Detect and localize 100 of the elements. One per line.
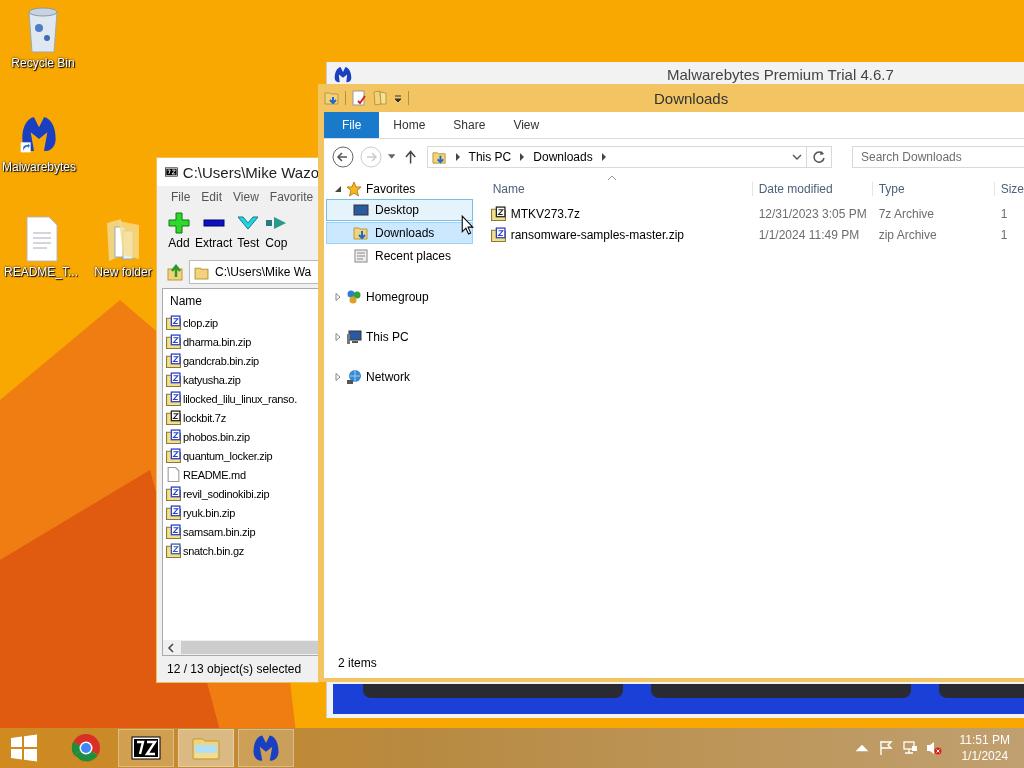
star-icon [346,181,362,197]
archive-icon [166,315,181,330]
column-header[interactable]: Name [486,182,752,196]
downloads-folder-icon [431,149,447,165]
document-icon [166,467,181,482]
type-cell-text: 7z Archive [877,206,935,221]
address-bar[interactable]: This PC Downloads [426,146,807,168]
file-name[interactable]: katyusha.zip [183,373,241,386]
back-button[interactable] [332,146,354,168]
file-name[interactable]: phobos.bin.zip [183,430,250,443]
ribbon-tab[interactable]: View [499,112,554,138]
window-title: Downloads [654,89,729,107]
file-name[interactable]: lilocked_lilu_linux_ranso. [183,392,297,405]
up-folder-icon[interactable] [167,263,185,281]
expand-arrow-icon[interactable] [334,185,342,193]
breadcrumb-arrow-icon[interactable] [600,153,607,161]
breadcrumb-arrow-icon[interactable] [454,153,461,161]
file-name[interactable]: README.md [183,468,246,481]
network-icon[interactable] [901,740,918,756]
size-cell-text: 1 [999,206,1009,221]
refresh-icon [812,150,826,164]
archive-icon [166,372,181,387]
window-title: Malwarebytes Premium Trial 4.6.7 [667,65,894,83]
archive-icon [490,206,506,221]
malwarebytes-logo-icon [333,65,353,83]
file-name[interactable]: samsam.bin.zip [183,525,256,538]
item-count: 2 items [338,656,377,670]
menu-item[interactable]: Edit [201,190,223,204]
toolbar-button[interactable]: Add [167,212,191,258]
archiver-taskbar-button[interactable] [118,729,174,767]
file-name[interactable]: quantum_locker.zip [183,449,273,462]
malwarebytes-icon [251,733,281,763]
date-cell-text: 12/31/2023 3:05 PM [757,206,868,221]
computer-icon [346,329,362,345]
nav-item[interactable]: This PC [366,330,409,344]
downloads-folder-icon [353,225,369,241]
mouse-cursor-icon [461,215,474,235]
flag-icon[interactable] [877,740,894,756]
path-field[interactable]: C:\Users\Mike Wa [189,260,319,284]
start-button-icon[interactable] [10,734,38,762]
column-header[interactable]: Size [993,182,1024,196]
toolbar-button[interactable]: Cop [264,212,289,258]
nav-item[interactable]: Favorites [366,182,416,196]
status-text: 12 / 13 object(s) selected [167,662,302,676]
nav-item[interactable]: Desktop [326,199,473,221]
column-header[interactable]: Type [871,182,994,196]
file-name[interactable]: ryuk.bin.zip [183,506,236,519]
browser-icon [71,733,101,763]
toolbar-button[interactable]: Extract [195,212,233,258]
archive-icon [166,391,181,406]
archive-icon [166,524,181,539]
archive-icon [166,486,181,501]
folder-properties-icon[interactable] [324,90,340,106]
dropdown-caret-icon[interactable] [393,93,403,103]
file-name[interactable]: dharma.bin.zip [183,335,251,348]
type-cell-text: zip Archive [877,227,938,242]
column-header[interactable]: Date modified [751,182,872,196]
toolbar-button[interactable]: Test [236,212,261,258]
search-field[interactable]: Search Downloads [852,146,1024,168]
properties-icon[interactable] [351,90,367,106]
archive-icon [166,410,181,425]
archiver-icon [131,733,161,763]
nav-item[interactable]: Network [366,370,410,384]
file-name[interactable]: clop.zip [183,316,218,329]
recent-places-icon [353,248,369,264]
up-arrow-icon[interactable] [405,150,417,164]
horizontal-scrollbar[interactable] [163,640,319,655]
archive-icon [166,429,181,444]
plus-icon [167,212,191,234]
menu-item[interactable]: Favorite [269,190,314,204]
recent-locations-caret-icon[interactable] [388,154,396,160]
archive-icon [490,227,506,242]
file-name[interactable]: gandcrab.bin.zip [183,354,259,367]
menu-item[interactable]: File [171,190,191,204]
network-icon [346,369,362,385]
window-title: C:\Users\Mike Wazo [182,163,319,181]
refresh-button[interactable] [807,146,832,168]
ribbon-tab[interactable]: Home [379,112,440,138]
file-name[interactable]: snatch.bin.gz [183,544,244,557]
breadcrumb-item[interactable]: Downloads [533,150,593,164]
desktop-icon [353,202,369,218]
menu-item[interactable]: View [233,190,259,204]
file-name[interactable]: MTKV273.7z [510,206,581,221]
archive-icon [166,448,181,463]
breadcrumb-item[interactable]: This PC [468,150,512,164]
malwarebytes-taskbar-button[interactable] [238,729,294,767]
dropdown-chevron-icon[interactable] [792,153,802,161]
column-header[interactable]: Name [170,294,202,308]
date-cell-text: 1/1/2024 11:49 PM [757,227,861,242]
file-name[interactable]: lockbit.7z [183,411,226,424]
nav-item[interactable]: Downloads [326,222,473,244]
file-name[interactable]: revil_sodinokibi.zip [183,487,270,500]
breadcrumb-arrow-icon[interactable] [519,153,526,161]
volume-muted-icon[interactable] [925,740,942,756]
new-folder-icon[interactable] [372,90,388,106]
archive-icon [166,353,181,368]
nav-item[interactable]: Recent places [326,245,473,267]
nav-item[interactable]: Homegroup [366,290,429,304]
file-name[interactable]: ransomware-samples-master.zip [510,227,685,242]
ribbon-tab[interactable]: Share [439,112,500,138]
